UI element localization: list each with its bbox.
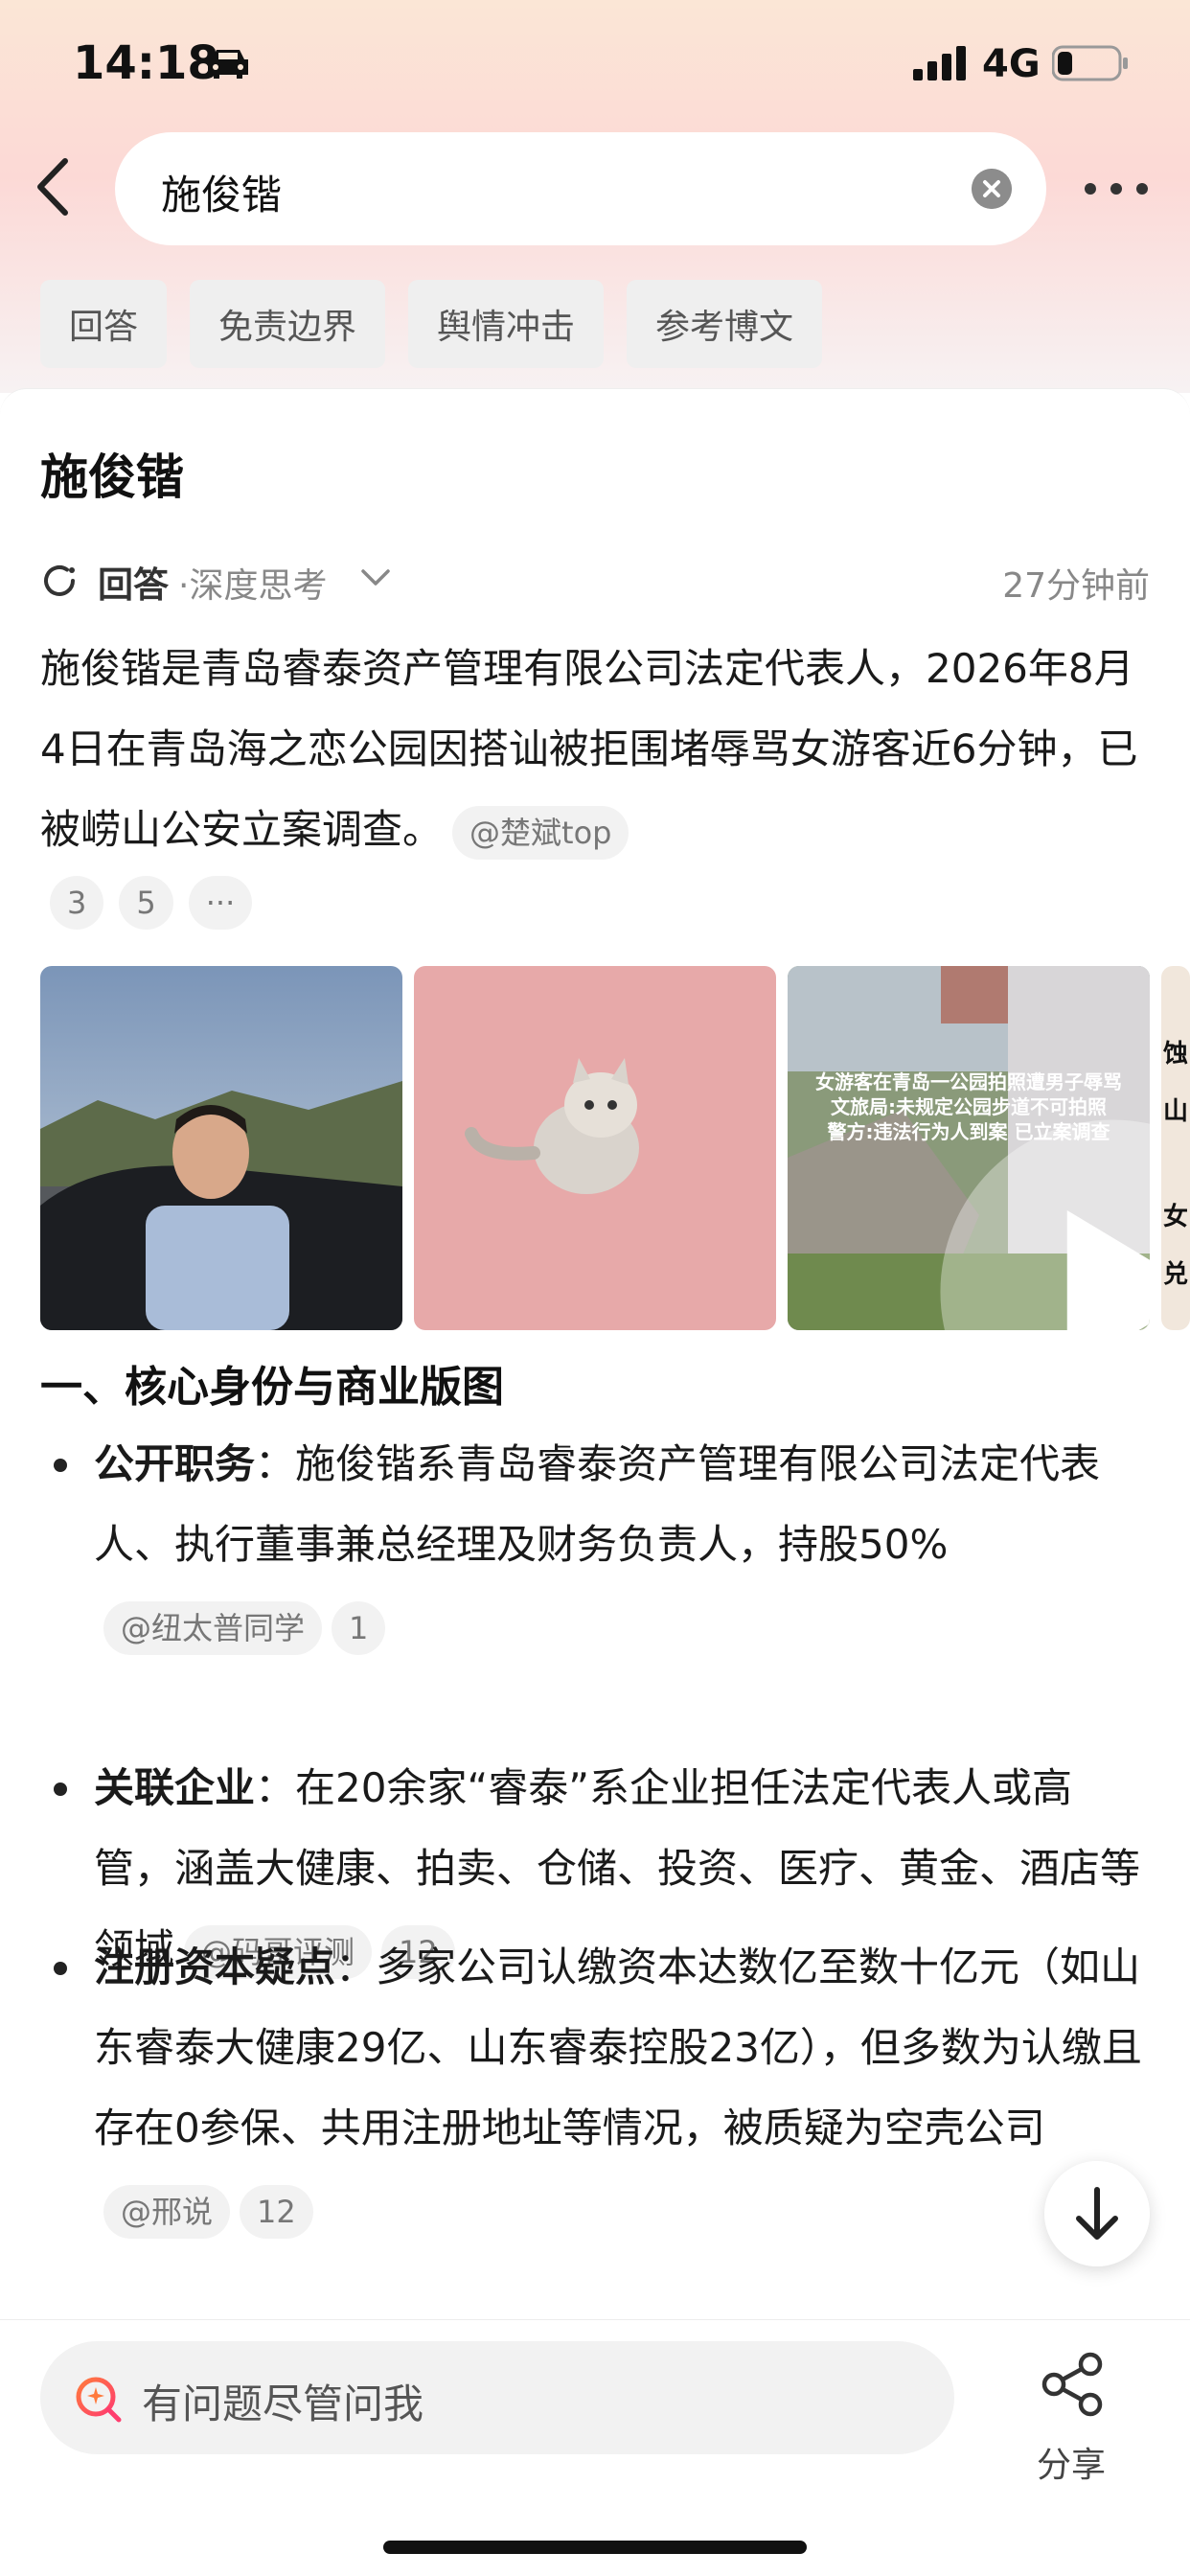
more-references-chip[interactable]: ··· (188, 876, 253, 930)
reference-chips: 3 5 ··· (50, 876, 253, 930)
bullet-dot (54, 1782, 67, 1796)
clear-icon[interactable] (972, 169, 1012, 209)
partial-caption-char: 山 (1163, 1097, 1188, 1126)
scroll-down-button[interactable] (1044, 2161, 1150, 2266)
ask-input[interactable]: 有问题尽管问我 (40, 2341, 954, 2454)
answer-title: 施俊锴 (40, 449, 184, 505)
bullet-item: 公开职务：施俊锴系青岛睿泰资产管理有限公司法定代表人、执行董事兼总经理及财务负责… (40, 1424, 1152, 1666)
bullet-text: 公开职务：施俊锴系青岛睿泰资产管理有限公司法定代表人、执行董事兼总经理及财务负责… (94, 1424, 1152, 1666)
car-icon (208, 50, 248, 79)
share-button[interactable]: 分享 (1016, 2341, 1131, 2485)
citation-chip[interactable]: @楚斌top (452, 805, 629, 860)
home-indicator[interactable] (383, 2541, 807, 2554)
ask-placeholder: 有问题尽管问我 (142, 2380, 424, 2427)
reference-chip[interactable]: 12 (240, 2184, 313, 2239)
share-icon (1041, 2352, 1103, 2417)
bullet-dot (54, 1962, 67, 1975)
search-query: 施俊锴 (161, 172, 283, 218)
bullet-text: 注册资本疑点：多家公司认缴资本达数亿至数十亿元（如山东睿泰大健康29亿、山东睿泰… (94, 1927, 1152, 2249)
answer-card: 施俊锴 回答 ·深度思考 27分钟前 施俊锴是青岛睿泰资产管理有限公司法定代表人… (0, 388, 1190, 2324)
ai-search-icon (76, 2377, 122, 2423)
bottom-bar: 有问题尽管问我 分享 (0, 2319, 1190, 2576)
cat-image[interactable] (414, 966, 776, 1330)
chevron-down-icon[interactable] (359, 565, 392, 590)
reference-chip[interactable]: 3 (50, 876, 104, 930)
signal-icon (913, 46, 966, 80)
tab-reference-posts[interactable]: 参考博文 (627, 280, 823, 368)
bullet-title: 公开职务 (94, 1440, 256, 1487)
partial-caption-char: 女 (1163, 1202, 1188, 1231)
video-caption-line: 女游客在青岛一公园拍照遭男子辱骂 (815, 1070, 1122, 1093)
refresh-icon (44, 565, 75, 596)
tab-public-opinion[interactable]: 舆情冲击 (408, 280, 605, 368)
section-heading: 一、核心身份与商业版图 (40, 1363, 504, 1412)
citation-chip[interactable]: @纽太普同学 (103, 1600, 323, 1655)
citation-chip[interactable]: @邢说 (103, 2184, 231, 2239)
more-icon[interactable] (1083, 168, 1150, 210)
status-time: 14:18 (73, 36, 219, 90)
tab-bar: 回答 免责边界 舆情冲击 参考博文 (40, 280, 823, 368)
bullet-dot (54, 1459, 67, 1472)
answer-intro: 施俊锴是青岛睿泰资产管理有限公司法定代表人，2026年8月4日在青岛海之恋公园因… (40, 629, 1152, 870)
man-portrait-image[interactable] (40, 966, 402, 1330)
partial-caption-char: 兑 (1163, 1260, 1188, 1289)
thinking-mode-selector[interactable]: ·深度思考 (178, 558, 327, 608)
status-bar: 14:18 4G (0, 0, 1190, 125)
tab-disclaimer[interactable]: 免责边界 (190, 280, 386, 368)
reference-chip[interactable]: 5 (119, 876, 173, 930)
answer-tag: 回答 (98, 564, 169, 606)
image-strip: 女游客在青岛一公园拍照遭男子辱骂 文旅局:未规定公园步道不可拍照 警方:违法行为… (40, 966, 1190, 1330)
search-input[interactable]: 施俊锴 (115, 132, 1046, 245)
share-label: 分享 (1037, 2446, 1107, 2485)
network-label: 4G (982, 42, 1041, 86)
news-video-image[interactable]: 女游客在青岛一公园拍照遭男子辱骂 文旅局:未规定公园步道不可拍照 警方:违法行为… (788, 966, 1150, 1330)
bullet-item: 注册资本疑点：多家公司认缴资本达数亿至数十亿元（如山东睿泰大健康29亿、山东睿泰… (40, 1927, 1152, 2249)
back-button[interactable] (29, 153, 77, 220)
answer-time: 27分钟前 (1002, 566, 1150, 606)
bullet-title: 关联企业 (94, 1764, 256, 1811)
reference-chip[interactable]: 1 (332, 1600, 386, 1655)
battery-icon (1052, 45, 1128, 81)
partial-news-image[interactable]: 蚀 山 女 兑 (1161, 966, 1190, 1330)
answer-meta: 回答 ·深度思考 27分钟前 (40, 550, 1150, 606)
partial-caption-char: 蚀 (1162, 1040, 1188, 1069)
play-icon[interactable] (931, 1110, 1150, 1330)
tab-answer[interactable]: 回答 (40, 280, 168, 368)
bullet-title: 注册资本疑点 (94, 1944, 336, 1990)
